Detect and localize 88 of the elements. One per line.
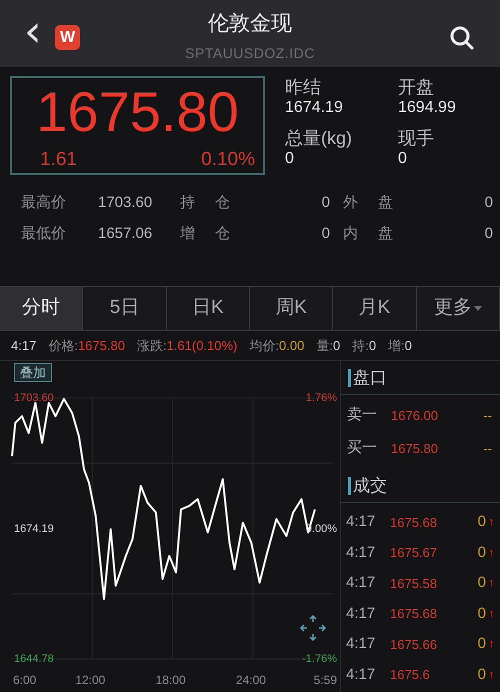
stat-label: 昨结 — [285, 76, 322, 98]
stat-value: 0 — [484, 193, 493, 214]
axis-label: 5:59 — [314, 672, 337, 689]
axis-label: 6:00 — [13, 672, 36, 689]
info-item: 涨跌:1.61(0.10%) — [136, 336, 238, 355]
trade-time: 4:17 — [346, 634, 376, 654]
trade-volume: 0 — [478, 542, 486, 562]
book-label: 买一 — [347, 438, 378, 458]
axis-label: -1.76% — [302, 652, 337, 667]
stat-value: 0 — [484, 224, 493, 244]
time-label: 4:17 — [11, 336, 36, 355]
axis-label: 1674.19 — [14, 522, 54, 536]
up-arrow: ↑ — [488, 668, 494, 682]
trade-time: 4:17 — [346, 512, 376, 532]
stat-label: 最高价 — [21, 193, 67, 214]
stat-label: 增仓 — [180, 224, 251, 244]
book-price: 1675.80 — [391, 440, 438, 458]
chart-tab[interactable]: 日K — [166, 287, 250, 330]
trade-volume: 0 — [478, 634, 486, 654]
instrument-code: SPTAUUSDOZ.IDC — [184, 44, 316, 63]
price-change: 1.61 — [40, 148, 77, 172]
trade-volume: 0 — [478, 664, 486, 684]
stat-label: 总量(kg) — [285, 127, 353, 149]
chart-tab[interactable]: 更多 — [416, 287, 500, 330]
stat-value: 1657.06 — [98, 224, 154, 244]
book-label: 卖一 — [347, 405, 378, 426]
up-arrow: ↑ — [488, 546, 494, 560]
book-volume: -- — [483, 440, 492, 458]
stat-value: 0 — [320, 193, 330, 214]
trade-price: 1675.68 — [390, 514, 437, 532]
book-volume: -- — [483, 406, 492, 425]
stat-value: 0 — [398, 149, 408, 169]
stat-label: 内盘 — [343, 224, 414, 244]
app-logo: W — [55, 25, 80, 50]
info-item: 量:0 — [316, 336, 340, 355]
stat-label: 开盘 — [398, 76, 435, 98]
trade-price: 1675.68 — [390, 605, 437, 623]
trade-time: 4:17 — [346, 604, 376, 624]
page-title: 伦敦金现 — [207, 11, 293, 37]
trade-time: 4:17 — [346, 542, 376, 562]
axis-label: 12:00 — [75, 672, 106, 689]
trade-price: 1675.6 — [390, 666, 430, 684]
info-item: 持:0 — [352, 336, 376, 355]
stat-value: 0 — [285, 149, 295, 169]
trade-price: 1675.58 — [390, 574, 437, 592]
stat-label: 现手 — [398, 127, 435, 149]
section-marker — [348, 369, 351, 387]
trade-price: 1675.67 — [390, 544, 437, 562]
section-title: 盘口 — [353, 367, 387, 390]
stat-value: 0 — [320, 224, 330, 244]
search-icon — [448, 24, 476, 52]
info-item: 增:0 — [388, 336, 412, 355]
overlay-button[interactable]: 叠加 — [14, 363, 52, 382]
axis-label: 1703.60 — [14, 391, 54, 406]
trade-time: 4:17 — [346, 664, 376, 684]
chart-tab[interactable]: 5日 — [83, 287, 167, 330]
trade-volume: 0 — [478, 573, 486, 593]
trade-volume: 0 — [478, 604, 486, 624]
move-icon[interactable] — [299, 614, 327, 642]
section-title: 成交 — [353, 475, 387, 498]
axis-label: 1644.78 — [14, 652, 54, 667]
axis-label: 24:00 — [236, 672, 266, 689]
trade-price: 1675.66 — [390, 636, 437, 654]
chart-tab[interactable]: 月K — [333, 287, 417, 330]
last-price: 1675.80 — [35, 80, 240, 144]
section-marker — [348, 477, 351, 495]
chart-tab[interactable]: 周K — [250, 287, 334, 330]
stat-label: 外盘 — [343, 193, 414, 214]
axis-label: 18:00 — [156, 672, 186, 689]
stat-value: 1674.19 — [285, 98, 344, 118]
info-item: 价格:1675.80 — [48, 336, 125, 355]
percent-change: 0.10% — [201, 148, 255, 172]
up-arrow: ↑ — [488, 637, 494, 652]
trade-volume: 0 — [478, 512, 486, 532]
up-arrow: ↑ — [488, 515, 494, 530]
stat-value: 1694.99 — [398, 98, 457, 118]
trade-time: 4:17 — [346, 573, 376, 593]
search-button[interactable] — [448, 24, 476, 52]
book-price: 1676.00 — [391, 406, 438, 425]
back-button[interactable]: ‹ — [24, 12, 42, 52]
axis-label: 1.76% — [306, 391, 337, 406]
chart-tab[interactable]: 分时 — [0, 287, 84, 330]
up-arrow: ↑ — [488, 576, 494, 591]
up-arrow: ↑ — [488, 606, 494, 622]
info-item: 均价:0.00 — [249, 336, 304, 355]
stat-value: 1703.60 — [98, 193, 154, 214]
stat-label: 最低价 — [21, 224, 67, 244]
stat-label: 持仓 — [180, 193, 251, 214]
